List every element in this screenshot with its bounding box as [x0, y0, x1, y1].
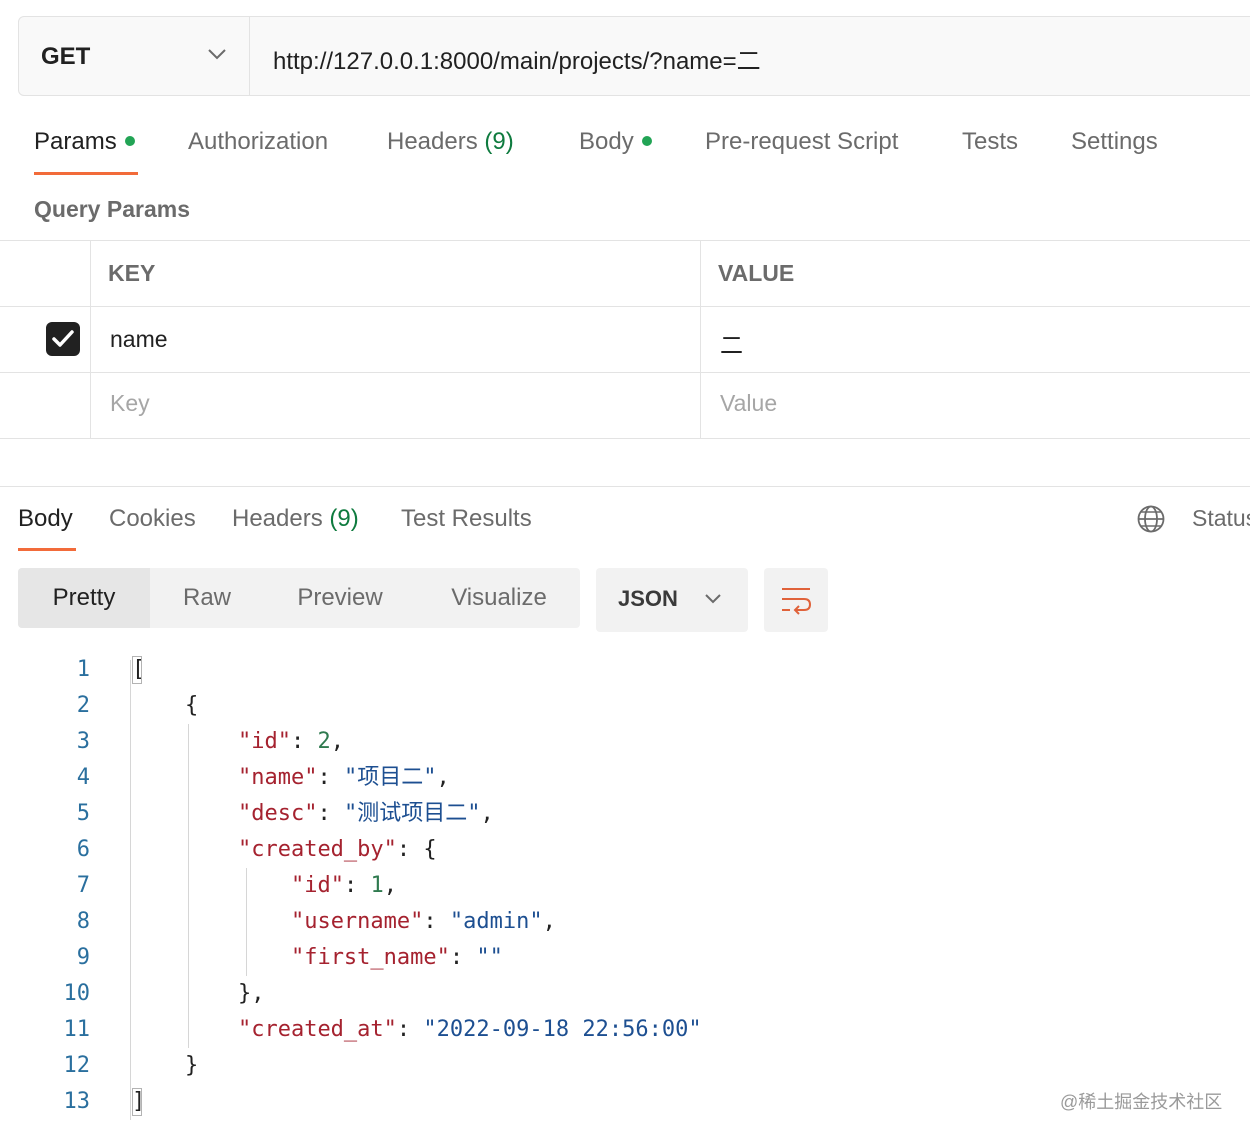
- code-text: "created_at": "2022-09-18 22:56:00": [237, 1017, 702, 1042]
- active-indicator-dot: [124, 135, 135, 146]
- line-number: 4: [76, 765, 90, 790]
- line-number: 13: [63, 1089, 91, 1114]
- line-number: 10: [63, 981, 91, 1006]
- tab-params[interactable]: Params: [34, 128, 135, 156]
- watermark: @稀土掘金技术社区: [1060, 1092, 1223, 1112]
- view-mode-switch: Pretty Raw Preview Visualize: [18, 568, 580, 628]
- value-column-header: VALUE: [718, 260, 795, 286]
- request-bar: GET http://127.0.0.1:8000/main/projects/…: [18, 16, 1250, 96]
- tab-body[interactable]: Body: [579, 128, 652, 156]
- bracket-match-box: [132, 1088, 142, 1116]
- tab-label: Settings: [1071, 128, 1158, 155]
- param-key-input[interactable]: name: [110, 326, 168, 353]
- response-active-tab-indicator: [18, 548, 76, 551]
- tab-label: Cookies: [109, 505, 196, 532]
- code-line: 12 }: [0, 1048, 1250, 1084]
- tab-label: Pre-request Script: [705, 128, 899, 155]
- wrap-lines-icon: [782, 588, 812, 615]
- tab-tests[interactable]: Tests: [962, 128, 1018, 156]
- method-label: GET: [41, 43, 91, 70]
- line-number: 3: [76, 729, 90, 754]
- chevron-down-icon: [207, 47, 227, 66]
- tab-label: Headers: [232, 505, 323, 532]
- new-param-value-input[interactable]: Value: [720, 390, 777, 417]
- response-tab-cookies[interactable]: Cookies: [109, 505, 196, 533]
- code-text: "username": "admin",: [290, 909, 556, 934]
- view-raw-button[interactable]: Raw: [158, 568, 256, 628]
- key-column-header: KEY: [108, 260, 156, 286]
- param-enabled-checkbox[interactable]: [46, 322, 80, 356]
- tab-headers[interactable]: Headers (9): [387, 128, 514, 156]
- tab-settings[interactable]: Settings: [1071, 128, 1158, 156]
- line-number: 1: [76, 657, 90, 682]
- code-line: 2 {: [0, 688, 1250, 724]
- line-number: 5: [76, 801, 90, 826]
- line-number: 11: [63, 1017, 91, 1042]
- new-param-key-input[interactable]: Key: [110, 390, 150, 417]
- code-text: "desc": "测试项目二",: [237, 801, 494, 826]
- response-tab-headers[interactable]: Headers (9): [232, 505, 359, 533]
- code-text: }: [132, 1053, 199, 1078]
- active-tab-indicator: [34, 172, 138, 175]
- tab-label: Body: [18, 505, 73, 532]
- line-number: 6: [76, 837, 90, 862]
- code-text: "id": 1,: [290, 873, 397, 898]
- bracket-match-box: [132, 656, 142, 684]
- response-status-label: Status: [1192, 505, 1250, 531]
- code-text: {: [132, 693, 199, 718]
- response-tab-body[interactable]: Body: [18, 505, 73, 533]
- tab-pre-request-script[interactable]: Pre-request Script: [705, 128, 898, 156]
- view-pretty-button[interactable]: Pretty: [18, 568, 150, 628]
- url-input[interactable]: http://127.0.0.1:8000/main/projects/?nam…: [273, 41, 761, 76]
- code-line: 1[: [0, 652, 1250, 688]
- line-number: 7: [76, 873, 90, 898]
- code-text: "id": 2,: [237, 729, 344, 754]
- tab-label: Headers: [387, 128, 478, 155]
- code-text: },: [132, 981, 265, 1006]
- tab-count: (9): [329, 505, 359, 532]
- method-select[interactable]: GET: [19, 17, 250, 95]
- view-visualize-button[interactable]: Visualize: [432, 568, 566, 628]
- wrap-lines-button[interactable]: [764, 568, 828, 632]
- tab-count: (9): [484, 128, 514, 155]
- line-number: 8: [76, 909, 90, 934]
- line-number: 2: [76, 693, 90, 718]
- tab-label: Body: [579, 128, 634, 155]
- code-text: "created_by": {: [237, 837, 437, 862]
- param-value-input[interactable]: 二: [720, 326, 743, 360]
- query-params-title: Query Params: [34, 196, 190, 222]
- view-preview-button[interactable]: Preview: [278, 568, 402, 628]
- format-select[interactable]: JSON: [596, 568, 748, 632]
- tab-label: Tests: [962, 128, 1019, 155]
- code-text: "name": "项目二",: [237, 765, 450, 790]
- format-label: JSON: [618, 586, 678, 611]
- line-number: 12: [63, 1053, 91, 1078]
- tab-label: Params: [34, 128, 117, 155]
- tab-authorization[interactable]: Authorization: [188, 128, 328, 156]
- active-indicator-dot: [641, 135, 652, 146]
- globe-icon[interactable]: [1136, 504, 1166, 539]
- tab-label: Test Results: [401, 505, 532, 532]
- line-number: 9: [76, 945, 90, 970]
- response-tab-test-results[interactable]: Test Results: [401, 505, 532, 533]
- chevron-down-icon: [704, 592, 722, 610]
- tab-label: Authorization: [188, 128, 329, 155]
